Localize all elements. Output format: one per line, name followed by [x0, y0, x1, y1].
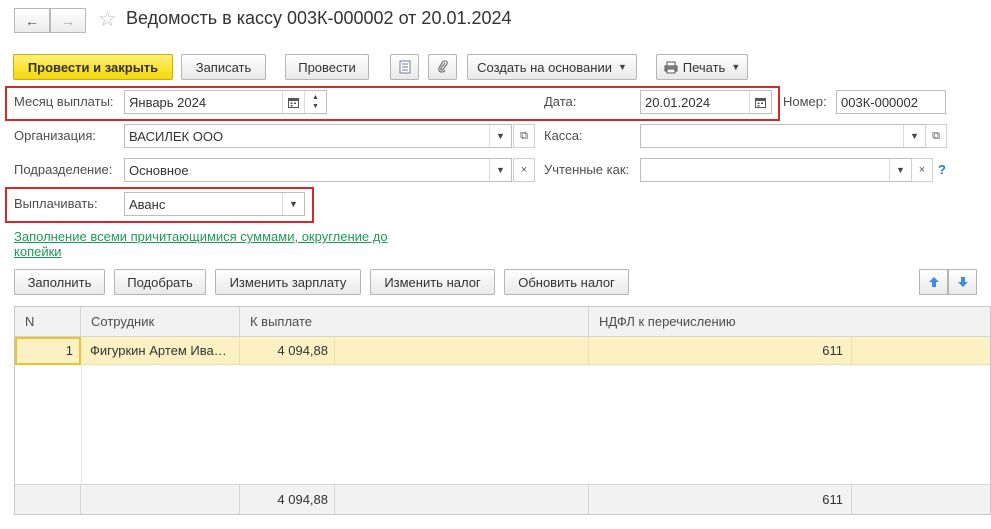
update-tax-button[interactable]: Обновить налог [504, 269, 629, 295]
cell-ndfl[interactable]: 611 [589, 337, 852, 365]
footer-cell-employee [81, 485, 240, 514]
cell-amount[interactable]: 4 094,88 [240, 337, 335, 365]
organization-label: Организация: [14, 128, 97, 143]
stepper-up-icon[interactable]: ▲ [312, 93, 319, 102]
open-cashbox-button[interactable]: ⧉ [925, 124, 947, 148]
print-label: Печать [682, 59, 726, 75]
department-value: Основное [129, 162, 189, 178]
arrow-left-icon: ← [25, 12, 39, 29]
table-row[interactable]: 1 Фигуркин Артем Ива… 4 094,88 611 [15, 337, 990, 365]
arrow-up-icon [928, 277, 939, 287]
column-header-ndfl[interactable]: НДФЛ к перечислению [589, 307, 991, 337]
create-based-on-label: Создать на основании [477, 59, 612, 75]
list-icon [399, 60, 410, 74]
date-value: 20.01.2024 [645, 94, 711, 110]
fill-all-amounts-link[interactable]: Заполнение всеми причитающимися суммами,… [14, 229, 409, 259]
paperclip-icon [437, 60, 448, 73]
move-down-button[interactable] [948, 269, 977, 295]
pay-value: Аванс [129, 196, 166, 212]
date-field[interactable]: 20.01.2024 [640, 90, 772, 114]
back-button[interactable]: ← [14, 8, 50, 33]
column-divider [81, 365, 82, 486]
print-button[interactable]: Печать ▼ [656, 54, 748, 80]
calendar-icon[interactable] [282, 91, 304, 113]
arrow-right-icon: → [61, 12, 75, 29]
change-tax-button[interactable]: Изменить налог [370, 269, 495, 295]
dropdown-icon[interactable]: ▼ [889, 159, 911, 181]
date-label: Дата: [544, 94, 577, 109]
fill-button[interactable]: Заполнить [14, 269, 105, 295]
counted-as-label: Учтенные как: [544, 162, 630, 177]
dropdown-icon[interactable]: ▼ [903, 125, 925, 147]
dropdown-icon[interactable]: ▼ [489, 159, 511, 181]
open-icon: ⧉ [520, 129, 528, 142]
caret-down-icon: ▼ [617, 62, 627, 72]
open-icon: ⧉ [932, 129, 940, 142]
organization-field[interactable]: ВАСИЛЕК ООО ▼ [124, 124, 512, 148]
department-field[interactable]: Основное ▼ [124, 158, 512, 182]
clear-icon: × [918, 164, 926, 176]
dropdown-icon[interactable]: ▼ [282, 193, 304, 215]
caret-down-icon: ▼ [731, 62, 741, 72]
cell-empty [335, 337, 589, 365]
footer-cell-n [15, 485, 81, 514]
favorite-star-icon[interactable]: ☆ [98, 7, 117, 32]
move-up-button[interactable] [919, 269, 948, 295]
save-button[interactable]: Записать [181, 54, 266, 80]
clear-icon: × [520, 164, 528, 176]
document-list-button[interactable] [390, 54, 419, 80]
dropdown-icon[interactable]: ▼ [489, 125, 511, 147]
department-label: Подразделение: [14, 162, 113, 177]
clear-department-button[interactable]: × [513, 158, 535, 182]
create-based-on-button[interactable]: Создать на основании ▼ [467, 54, 637, 80]
number-field[interactable]: 003К-000002 [836, 90, 946, 114]
column-header-n[interactable]: N [15, 307, 81, 337]
forward-button[interactable]: → [50, 8, 86, 33]
month-stepper[interactable]: ▲ ▼ [304, 91, 326, 113]
pay-label: Выплачивать: [14, 196, 98, 211]
arrow-down-icon [957, 277, 968, 287]
help-icon[interactable]: ? [938, 162, 946, 177]
payroll-table[interactable]: N Сотрудник К выплате НДФЛ к перечислени… [14, 306, 991, 515]
cell-employee[interactable]: Фигуркин Артем Ива… [81, 337, 240, 365]
table-header: N Сотрудник К выплате НДФЛ к перечислени… [15, 307, 990, 337]
month-label: Месяц выплаты: [14, 94, 114, 109]
counted-as-field[interactable]: ▼ [640, 158, 912, 182]
number-label: Номер: [783, 94, 827, 109]
total-amount: 4 094,88 [240, 485, 335, 514]
printer-icon [664, 61, 678, 73]
clear-counted-as-button[interactable]: × [911, 158, 933, 182]
cashbox-field[interactable]: ▼ [640, 124, 926, 148]
column-header-amount[interactable]: К выплате [240, 307, 589, 337]
table-footer: 4 094,88 611 [15, 484, 990, 514]
organization-value: ВАСИЛЕК ООО [129, 128, 224, 144]
total-ndfl: 611 [589, 485, 852, 514]
column-header-employee[interactable]: Сотрудник [81, 307, 240, 337]
pick-button[interactable]: Подобрать [114, 269, 206, 295]
post-and-close-button[interactable]: Провести и закрыть [13, 54, 173, 80]
pay-field[interactable]: Аванс ▼ [124, 192, 305, 216]
month-field[interactable]: Январь 2024 ▲ ▼ [124, 90, 327, 114]
page-title: Ведомость в кассу 003К-000002 от 20.01.2… [126, 8, 512, 28]
cashbox-label: Касса: [544, 128, 583, 143]
month-value: Январь 2024 [129, 94, 207, 110]
cell-n[interactable]: 1 [15, 337, 81, 365]
footer-cell-empty [335, 485, 589, 514]
calendar-icon[interactable] [749, 91, 771, 113]
number-value: 003К-000002 [841, 94, 918, 110]
stepper-down-icon[interactable]: ▼ [312, 102, 319, 111]
post-button[interactable]: Провести [285, 54, 369, 80]
open-organization-button[interactable]: ⧉ [513, 124, 535, 148]
change-salary-button[interactable]: Изменить зарплату [215, 269, 361, 295]
attachments-button[interactable] [428, 54, 457, 80]
